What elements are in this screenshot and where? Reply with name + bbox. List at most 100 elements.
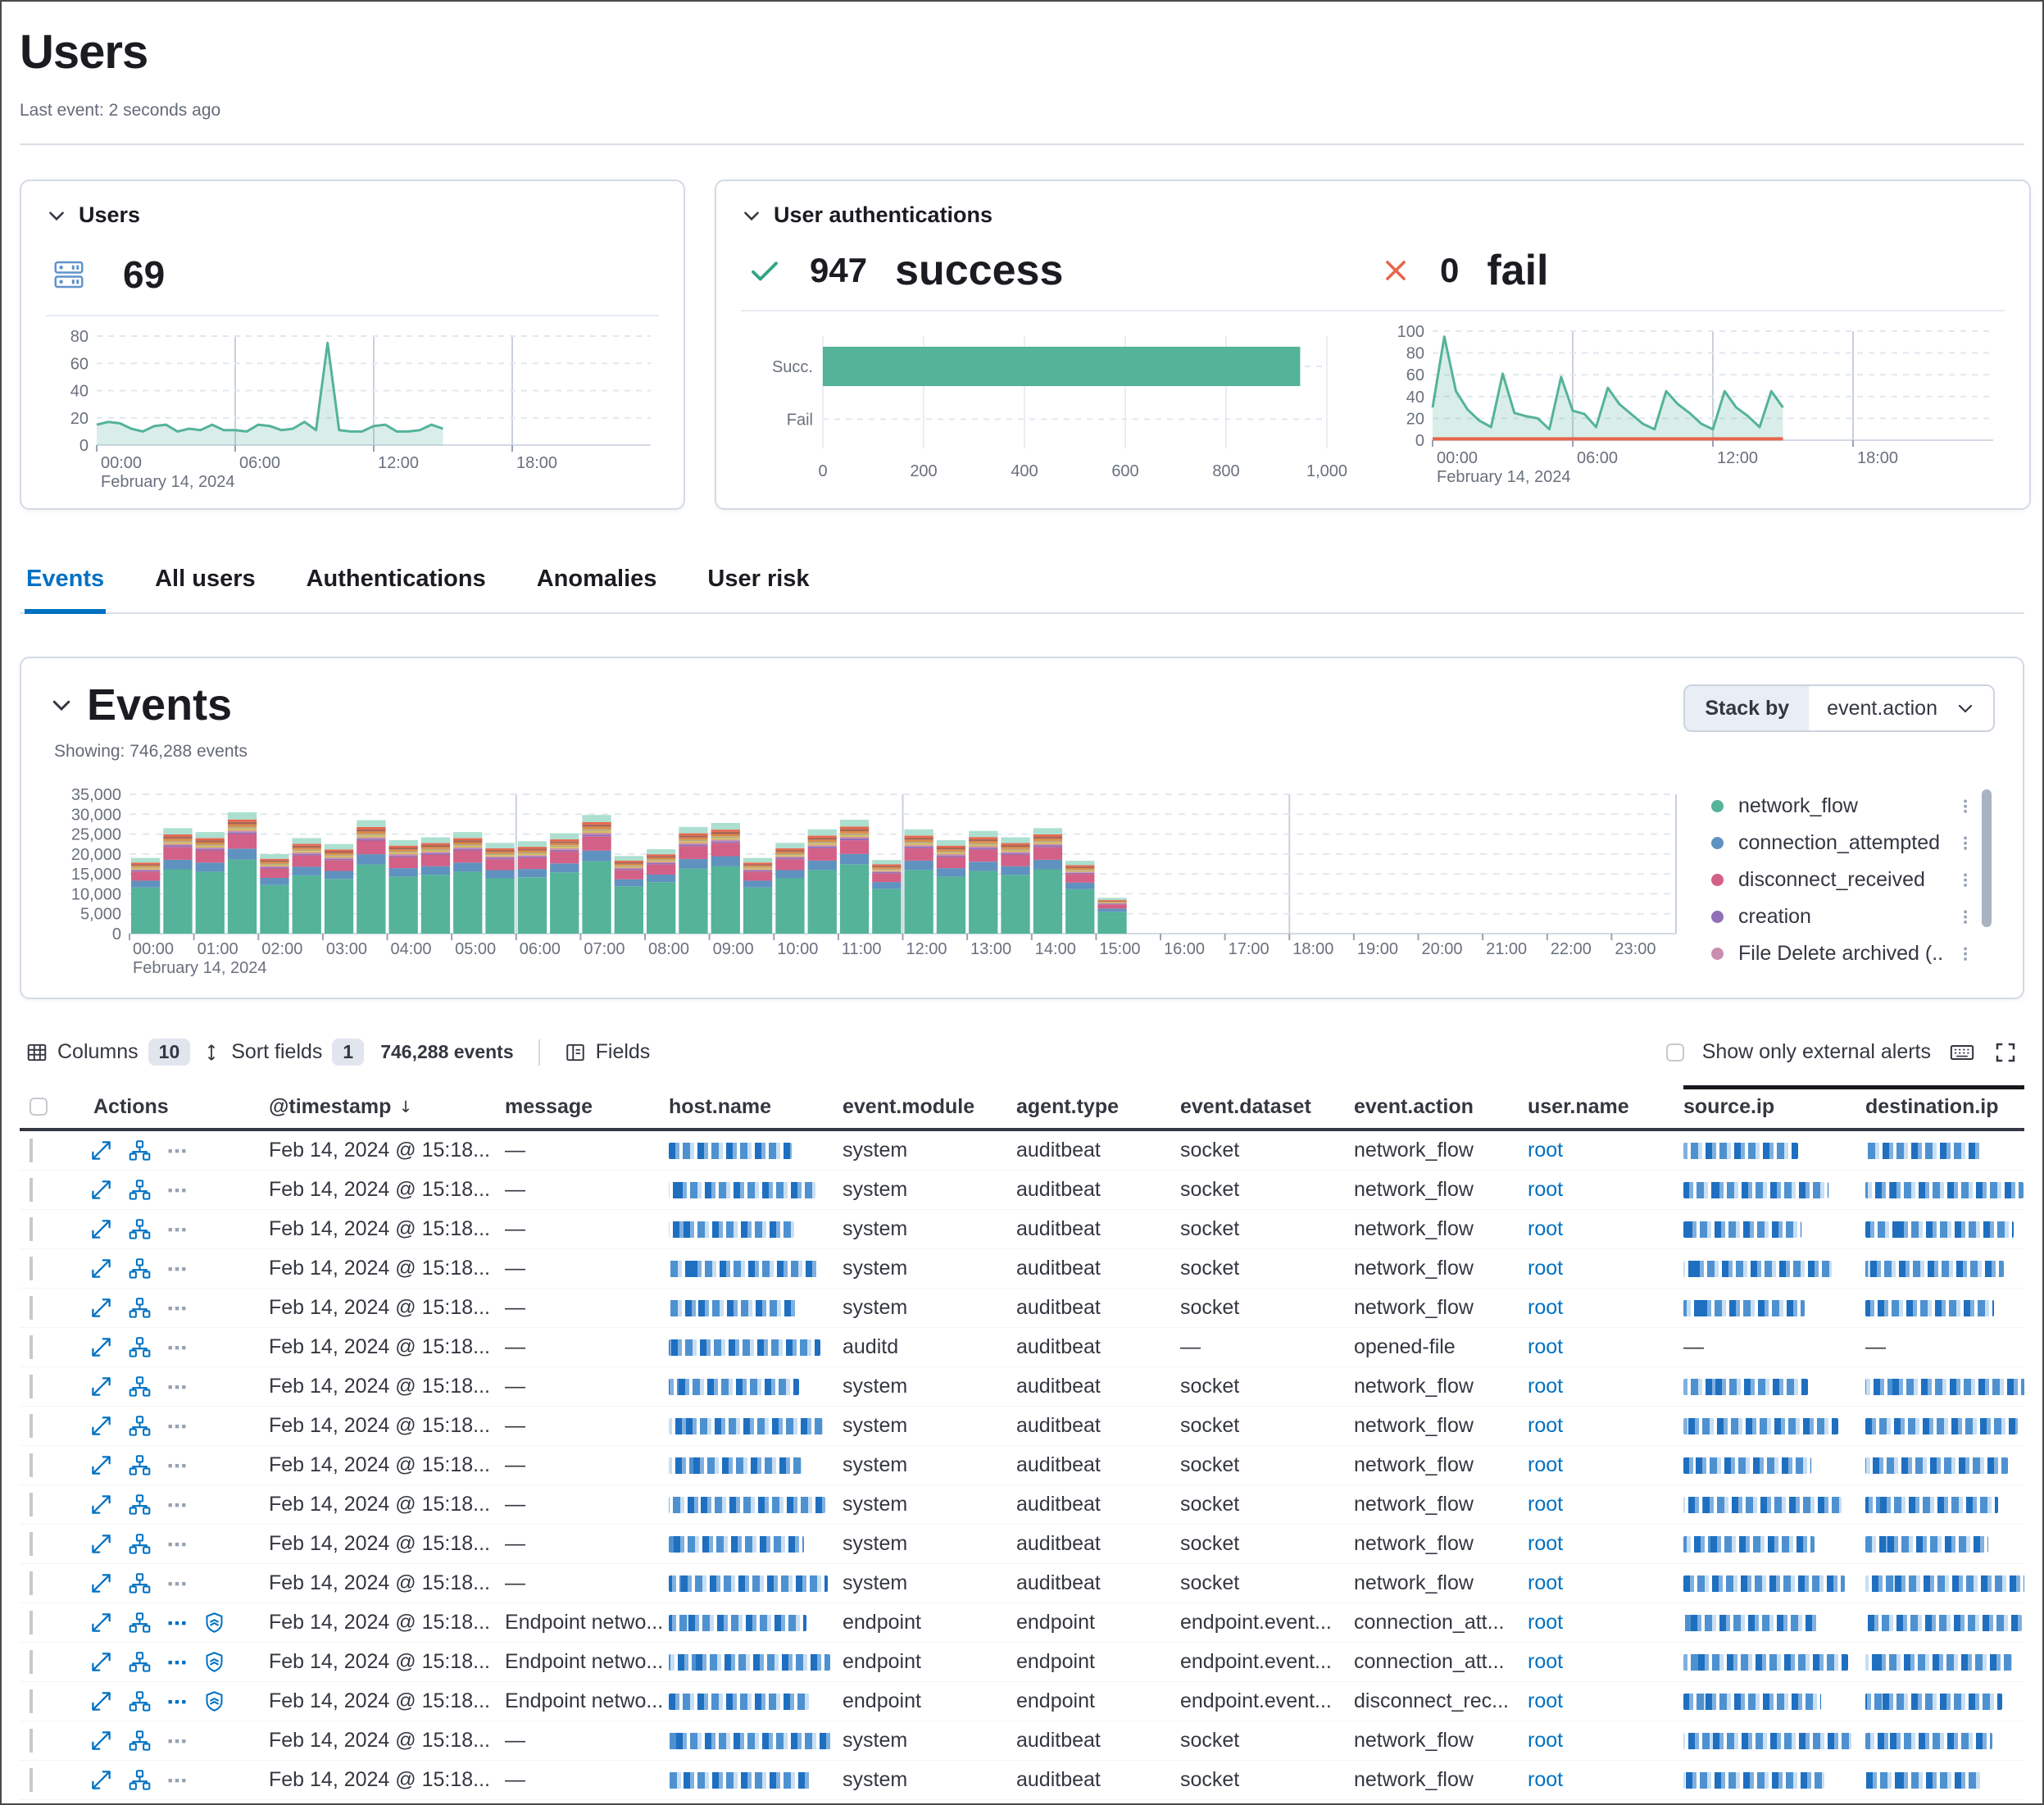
fullscreen-icon[interactable]: [1993, 1040, 2018, 1065]
analyze-event-icon[interactable]: [129, 1494, 151, 1516]
expand-event-icon[interactable]: [90, 1612, 112, 1634]
legend-item[interactable]: File Delete archived (...: [1711, 935, 1974, 971]
row-checkbox[interactable]: [30, 1414, 33, 1438]
tab-authentications[interactable]: Authentications: [305, 556, 488, 612]
user-name-link[interactable]: root: [1528, 1532, 1563, 1555]
row-checkbox[interactable]: [30, 1335, 33, 1359]
row-checkbox[interactable]: [30, 1650, 33, 1674]
user-name-link[interactable]: root: [1528, 1414, 1563, 1437]
legend-menu-icon[interactable]: [1957, 798, 1974, 816]
expand-event-icon[interactable]: [90, 1651, 112, 1673]
row-checkbox[interactable]: [30, 1453, 33, 1477]
expand-event-icon[interactable]: [90, 1415, 112, 1437]
stack-by-select[interactable]: event.action: [1809, 686, 1993, 730]
col-source-ip[interactable]: source.ip: [1683, 1085, 1865, 1128]
expand-event-icon[interactable]: [90, 1690, 112, 1712]
analyze-event-icon[interactable]: [129, 1651, 151, 1673]
user-name-link[interactable]: root: [1528, 1139, 1563, 1162]
col-event-module[interactable]: event.module: [843, 1085, 1016, 1128]
col-agent-type[interactable]: agent.type: [1016, 1085, 1180, 1128]
more-actions-icon[interactable]: [167, 1731, 187, 1751]
user-name-link[interactable]: root: [1528, 1650, 1563, 1673]
more-actions-icon[interactable]: [167, 1534, 187, 1554]
more-actions-icon[interactable]: [167, 1298, 187, 1318]
legend-item[interactable]: connection_attempted: [1711, 825, 1974, 862]
more-actions-icon[interactable]: [167, 1220, 187, 1239]
more-actions-icon[interactable]: [167, 1653, 187, 1672]
row-checkbox[interactable]: [30, 1493, 33, 1516]
expand-event-icon[interactable]: [90, 1179, 112, 1201]
user-name-link[interactable]: root: [1528, 1178, 1563, 1201]
analyze-event-icon[interactable]: [129, 1730, 151, 1752]
auth-collapse-chevron-icon[interactable]: [741, 205, 762, 226]
more-actions-icon[interactable]: [167, 1259, 187, 1279]
col-host-name[interactable]: host.name: [669, 1085, 843, 1128]
analyze-event-icon[interactable]: [129, 1218, 151, 1240]
analyze-event-icon[interactable]: [129, 1257, 151, 1280]
external-alerts-checkbox[interactable]: [1666, 1043, 1684, 1062]
user-name-link[interactable]: root: [1528, 1217, 1563, 1240]
analyze-event-icon[interactable]: [129, 1533, 151, 1555]
expand-event-icon[interactable]: [90, 1139, 112, 1162]
expand-event-icon[interactable]: [90, 1297, 112, 1319]
user-name-link[interactable]: root: [1528, 1335, 1563, 1358]
row-checkbox[interactable]: [30, 1611, 33, 1635]
user-name-link[interactable]: root: [1528, 1768, 1563, 1791]
keyboard-icon[interactable]: [1949, 1039, 1975, 1066]
more-actions-icon[interactable]: [167, 1416, 187, 1436]
expand-event-icon[interactable]: [90, 1454, 112, 1476]
analyze-event-icon[interactable]: [129, 1179, 151, 1201]
more-actions-icon[interactable]: [167, 1574, 187, 1594]
sort-fields-button[interactable]: Sort fields 1: [202, 1039, 364, 1066]
select-all-checkbox[interactable]: [30, 1098, 48, 1116]
more-actions-icon[interactable]: [167, 1456, 187, 1475]
row-checkbox[interactable]: [30, 1178, 33, 1202]
analyze-event-icon[interactable]: [129, 1375, 151, 1398]
col-message[interactable]: message: [505, 1085, 669, 1128]
expand-event-icon[interactable]: [90, 1218, 112, 1240]
analyze-event-icon[interactable]: [129, 1336, 151, 1358]
user-name-link[interactable]: root: [1528, 1296, 1563, 1319]
row-checkbox[interactable]: [30, 1532, 33, 1556]
more-actions-icon[interactable]: [167, 1495, 187, 1515]
user-name-link[interactable]: root: [1528, 1611, 1563, 1634]
analyze-event-icon[interactable]: [129, 1572, 151, 1594]
expand-event-icon[interactable]: [90, 1730, 112, 1752]
col-event-action[interactable]: event.action: [1354, 1085, 1528, 1128]
row-checkbox[interactable]: [30, 1375, 33, 1398]
expand-event-icon[interactable]: [90, 1336, 112, 1358]
row-checkbox[interactable]: [30, 1689, 33, 1713]
analyze-event-icon[interactable]: [129, 1297, 151, 1319]
user-name-link[interactable]: root: [1528, 1729, 1563, 1752]
row-checkbox[interactable]: [30, 1296, 33, 1320]
user-name-link[interactable]: root: [1528, 1689, 1563, 1712]
columns-button[interactable]: Columns 10: [26, 1039, 190, 1066]
more-actions-icon[interactable]: [167, 1338, 187, 1357]
analyze-event-icon[interactable]: [129, 1690, 151, 1712]
more-actions-icon[interactable]: [167, 1377, 187, 1397]
tab-user-risk[interactable]: User risk: [706, 556, 811, 612]
row-checkbox[interactable]: [30, 1139, 33, 1162]
row-checkbox[interactable]: [30, 1768, 33, 1792]
analyze-event-icon[interactable]: [129, 1139, 151, 1162]
events-collapse-chevron-icon[interactable]: [49, 693, 74, 717]
legend-item[interactable]: network_flow: [1711, 788, 1974, 825]
user-name-link[interactable]: root: [1528, 1257, 1563, 1280]
legend-menu-icon[interactable]: [1957, 871, 1974, 889]
col-timestamp[interactable]: @timestamp: [269, 1085, 505, 1128]
user-name-link[interactable]: root: [1528, 1493, 1563, 1516]
tab-all-users[interactable]: All users: [153, 556, 257, 612]
col-user-name[interactable]: user.name: [1528, 1085, 1683, 1128]
legend-menu-icon[interactable]: [1957, 834, 1974, 852]
users-collapse-chevron-icon[interactable]: [46, 205, 67, 226]
user-name-link[interactable]: root: [1528, 1571, 1563, 1594]
row-checkbox[interactable]: [30, 1257, 33, 1280]
expand-event-icon[interactable]: [90, 1533, 112, 1555]
analyze-event-icon[interactable]: [129, 1769, 151, 1791]
more-actions-icon[interactable]: [167, 1180, 187, 1200]
user-name-link[interactable]: root: [1528, 1375, 1563, 1398]
col-event-dataset[interactable]: event.dataset: [1180, 1085, 1354, 1128]
expand-event-icon[interactable]: [90, 1257, 112, 1280]
more-actions-icon[interactable]: [167, 1692, 187, 1712]
more-actions-icon[interactable]: [167, 1613, 187, 1633]
